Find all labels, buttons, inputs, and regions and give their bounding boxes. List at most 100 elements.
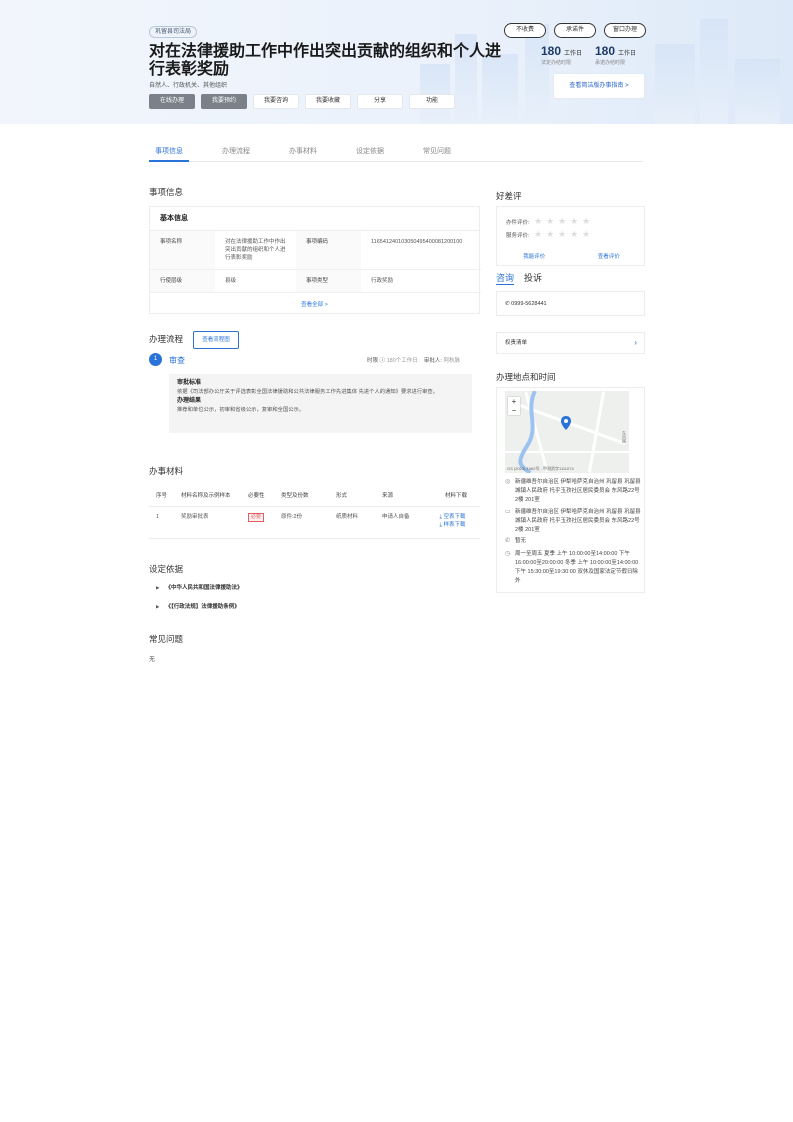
window-text: 新疆维吾尔自治区 伊犁哈萨克自治州 巩留县 巩留县城镇人民政府 托乎玉孜社区居民… (515, 509, 641, 533)
stat-label: 法定办结时限 (541, 60, 572, 66)
tab-consult[interactable]: 咨询 (496, 271, 515, 285)
star-icon: ★ (546, 229, 555, 239)
location-heading: 办理地点和时间 (496, 372, 556, 382)
window-icon: ▭ (505, 509, 511, 515)
column-header: 序号 (149, 484, 174, 507)
map-view[interactable]: + − 东风路 GS (2023) 1562号 - 甲测资字1111074 (505, 391, 629, 473)
table-row: 1 奖励审批表 必要 原件:2份 纸质材料 申请人自备 ⤓ 空表下载 ⤓ 样表下… (149, 506, 480, 539)
table-header-row: 序号 材料名称及示例样本 必要性 类型及份数 形式 来源 材料下载 (149, 484, 480, 507)
stat-promise-limit: 180 工作日 承诺办结时限 (595, 44, 645, 66)
rating-row: 办件评价: ★ ★ ★ ★ ★ (506, 216, 591, 227)
materials-heading: 办事材料 (149, 466, 184, 476)
map-credit: GS (2023) 1562号 - 甲测资字1111074 (507, 466, 574, 471)
building-decoration (700, 19, 728, 124)
basic-info-grid: 事项名称 对在法律援助工作中作出突出贡献的组织和个人进行表彰奖励 事项编码 11… (150, 231, 481, 293)
info-value: 行政奖励 (361, 270, 481, 293)
clock-icon: ◷ (505, 551, 511, 557)
tab-basis[interactable]: 设定依据 (350, 146, 390, 162)
simple-guide-link[interactable]: 查看简洁版办事指南 > (554, 74, 644, 98)
process-heading: 办理流程 (149, 334, 184, 344)
star-icon: ★ (582, 229, 591, 239)
window-row: ▭ 新疆维吾尔自治区 伊犁哈萨克自治州 巩留县 巩留县城镇人民政府 托乎玉孜社区居… (505, 508, 641, 535)
stat-number: 180 (595, 44, 616, 58)
tab-complaint[interactable]: 投诉 (524, 271, 542, 285)
sample-download-link[interactable]: ⤓ 样表下载 (432, 521, 473, 529)
phone-number: 0999-5628441 (511, 301, 547, 307)
map-pin-icon (561, 416, 571, 430)
location-icon: ◎ (505, 479, 511, 485)
rating-label: 服务评价: (506, 233, 530, 239)
help-icon: ⓘ (379, 358, 386, 364)
tab-item-info[interactable]: 事项信息 (149, 146, 189, 162)
rate-now-link[interactable]: 我能评价 (497, 252, 572, 260)
dept-tag: 巩留县司法局 (149, 26, 198, 38)
phone-row: ✆ 暂无 (505, 537, 641, 546)
address-text: 新疆维吾尔自治区 伊犁哈萨克自治州 巩留县 巩留县城镇人民政府 托乎玉孜社区居民… (515, 479, 641, 503)
building-decoration (735, 59, 780, 124)
view-all-link[interactable]: 查看全部 > (150, 293, 479, 308)
hours-row: ◷ 周一至周五 夏季 上午 10:00:00至14:00:00 下午 16:00:… (505, 550, 641, 586)
step-number: 1 (149, 353, 162, 366)
favorite-button[interactable]: 我要收藏 (305, 94, 351, 109)
address-row: ◎ 新疆维吾尔自治区 伊犁哈萨克自治州 巩留县 巩留县城镇人民政府 托乎玉孜社区居… (505, 478, 641, 505)
column-header: 材料名称及示例样本 (174, 484, 241, 507)
zoom-out-button[interactable]: − (508, 406, 520, 415)
tab-process[interactable]: 办理流程 (216, 146, 256, 162)
appointment-button[interactable]: 我要预约 (201, 94, 247, 109)
map-zoom-control: + − (508, 397, 520, 415)
cell-form: 纸质材料 (329, 506, 375, 539)
stat-label: 承诺办结时限 (595, 60, 626, 66)
online-handle-button[interactable]: 在线办理 (149, 94, 195, 109)
stat-unit: 工作日 (618, 51, 637, 57)
required-badge: 必要 (248, 512, 265, 522)
standard-text: 依据《司法部办公厅关于评选表彰全国法律援助和公共法律服务工作先进集体 先进个人的… (177, 389, 439, 395)
basis-heading: 设定依据 (149, 564, 184, 574)
materials-table: 序号 材料名称及示例样本 必要性 类型及份数 形式 来源 材料下载 1 奖励审批… (149, 484, 480, 539)
tab-faq[interactable]: 常见问题 (417, 146, 457, 162)
page-title: 对在法律援助工作中作出突出贡献的组织和个人进行表彰奖励 (149, 43, 502, 78)
rating-label: 办件评价: (506, 220, 530, 226)
cell-name: 奖励审批表 (174, 506, 241, 539)
service-subjects: 自然人、行政机关、其他组织 (149, 83, 228, 89)
basis-item-label: 《中华人民共和国法律援助法》 (165, 585, 243, 591)
star-icon: ★ (570, 216, 579, 226)
cell-required: 必要 (241, 506, 274, 539)
column-header: 来源 (375, 484, 425, 507)
info-value: 县级 (215, 270, 296, 293)
download-icon: ⤓ (439, 521, 442, 528)
download-icon: ⤓ (439, 513, 442, 520)
building-decoration (655, 44, 695, 124)
info-value: 对在法律援助工作中作出突出贡献的组织和个人进行表彰奖励 (215, 231, 296, 270)
share-button[interactable]: 分享 (357, 94, 403, 109)
action-bar: 在线办理 我要预约 我要咨询 我要收藏 分享 功能 (149, 94, 455, 109)
basis-item[interactable]: ▶ 《【行政法规】法律援助条例》 (156, 602, 240, 610)
time-label: 时限 (367, 358, 379, 364)
column-header: 类型及份数 (274, 484, 329, 507)
view-flowchart-button[interactable]: 查看流程图 (193, 331, 239, 349)
tab-materials[interactable]: 办事材料 (283, 146, 323, 162)
tag-window: 窗口办理 (604, 23, 646, 38)
cell-download: ⤓ 空表下载 ⤓ 样表下载 (425, 506, 480, 539)
basis-item[interactable]: ▶ 《中华人民共和国法律援助法》 (156, 583, 242, 591)
function-button[interactable]: 功能 (409, 94, 455, 109)
basic-info-title: 基本信息 (150, 207, 479, 231)
star-icon: ★ (582, 216, 591, 226)
triangle-right-icon: ▶ (156, 585, 160, 590)
zoom-in-button[interactable]: + (508, 397, 520, 406)
triangle-right-icon: ▶ (156, 604, 160, 609)
phone-icon: ✆ (505, 538, 511, 544)
view-ratings-link[interactable]: 查看评价 (572, 252, 647, 260)
phone-icon: ✆ (505, 301, 510, 307)
rating-links: 我能评价 查看评价 (497, 252, 646, 260)
star-icon: ★ (570, 229, 579, 239)
consult-phone: ✆ 0999-5628441 (496, 291, 645, 316)
consult-button[interactable]: 我要咨询 (253, 94, 299, 109)
stat-legal-limit: 180 工作日 法定办结时限 (541, 44, 591, 66)
info-key: 事项名称 (150, 231, 215, 270)
step-meta: 时限 ⓘ 180个工作日 审批人: 阿秋脉 (367, 356, 460, 364)
star-icon: ★ (558, 216, 567, 226)
blank-download-link[interactable]: ⤓ 空表下载 (432, 513, 473, 521)
download-label: 空表下载 (443, 513, 466, 520)
power-list-link[interactable]: 权责清单 › (496, 332, 645, 354)
item-info-heading: 事项信息 (149, 187, 184, 197)
